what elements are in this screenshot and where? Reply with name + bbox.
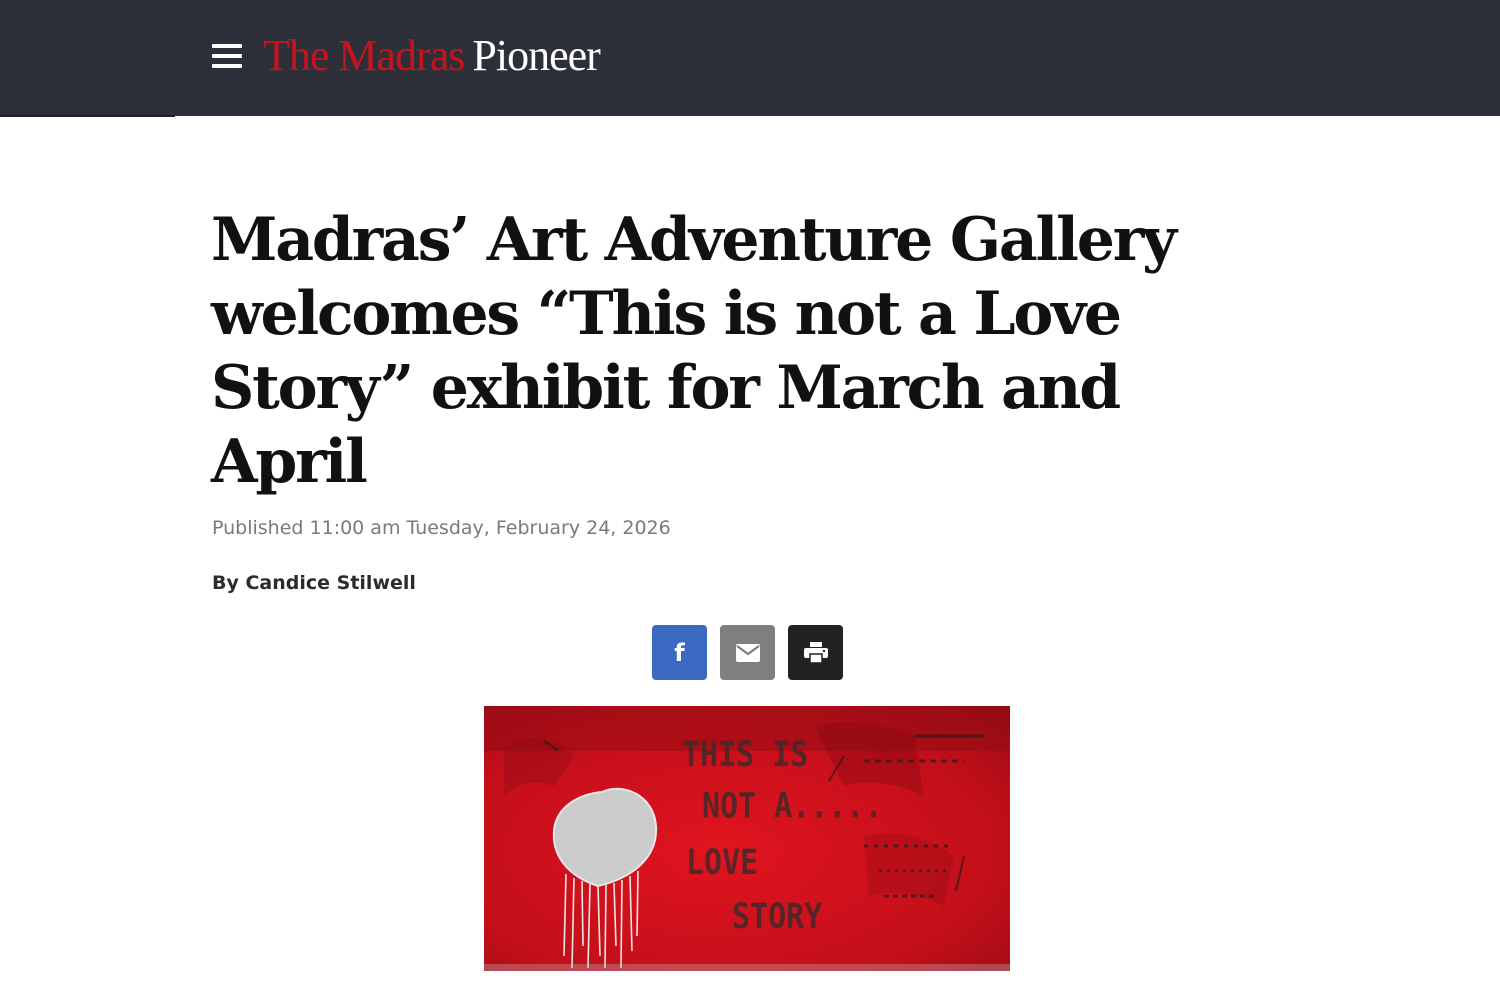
publish-date: Published 11:00 am Tuesday, February 24,… [212, 517, 671, 539]
painted-text-line-1: THIS IS [682, 734, 808, 775]
logo-text-white: Pioneer [472, 31, 600, 80]
painting-image: THIS IS NOT A..... LOVE STORY [484, 706, 1010, 971]
facebook-icon: f [674, 638, 685, 667]
site-header: The Madras Pioneer [0, 0, 1500, 116]
painted-text-line-3: LOVE [686, 842, 758, 883]
header-divider [0, 115, 175, 117]
hamburger-menu-icon[interactable] [210, 41, 244, 71]
print-button[interactable] [788, 625, 843, 680]
email-icon [735, 643, 760, 662]
print-icon [803, 641, 828, 664]
facebook-share-button[interactable]: f [652, 625, 707, 680]
article-headline: Madras’ Art Adventure Gallery welcomes “… [211, 205, 1177, 497]
painted-text-line-2: NOT A..... [702, 786, 883, 827]
site-logo[interactable]: The Madras Pioneer [263, 28, 601, 84]
article-image[interactable]: THIS IS NOT A..... LOVE STORY [484, 706, 1010, 971]
author-byline[interactable]: By Candice Stilwell [212, 570, 416, 596]
painted-text-line-4: STORY [732, 896, 823, 937]
email-share-button[interactable] [720, 625, 775, 680]
logo-text-red: The Madras [263, 31, 465, 80]
